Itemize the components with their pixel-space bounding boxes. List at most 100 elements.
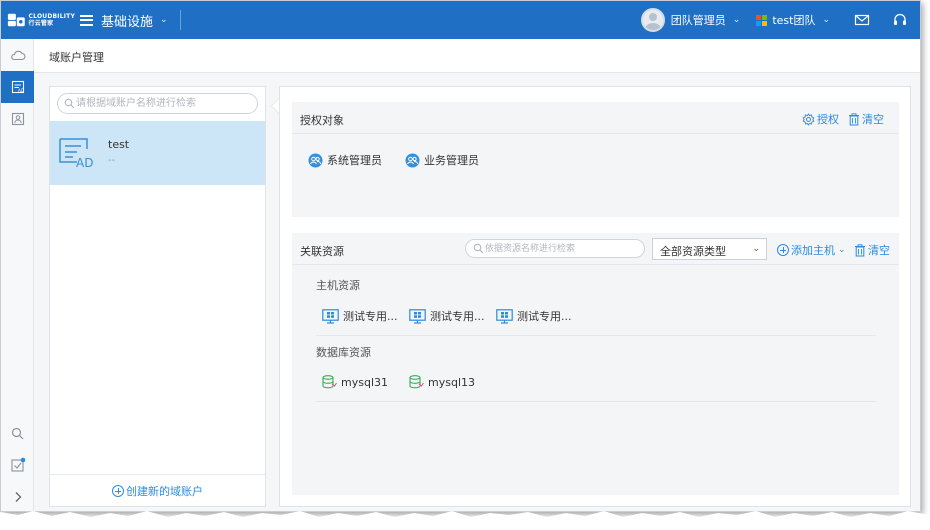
windows-host-icon (496, 308, 513, 324)
avatar (640, 8, 665, 32)
trash-icon (855, 243, 865, 256)
rail-item-cloud[interactable] (1, 39, 34, 71)
torn-edge-decoration (0, 511, 930, 530)
host-name: 测试专用... (517, 310, 572, 323)
user-menu[interactable]: 团队管理员 ⌄ (640, 8, 741, 32)
account-detail-panel: 授权对象 授权 清空 系统管理员 业务管理员 关联资源 依据资源名称进行检索 全… (279, 86, 911, 507)
account-list-footer: 创建新的域账户 (50, 474, 265, 506)
host-name: 测试专用... (343, 310, 398, 323)
clear-auth-button[interactable]: 清空 (848, 111, 884, 127)
rail-bottom-group (1, 417, 34, 511)
app-window: CLOUDBILITY 行云管家 基础设施 ⌄ 团队管理员 ⌄ test团队 ⌄ (0, 0, 921, 512)
gear-icon (802, 112, 815, 126)
auth-card-title: 授权对象 (300, 114, 344, 127)
authorize-button[interactable]: 授权 (802, 111, 839, 127)
chevron-down-icon[interactable]: ⌄ (160, 15, 168, 25)
chevron-down-icon: ⌄ (752, 244, 760, 254)
database-name: mysql13 (428, 375, 475, 389)
clear-auth-label: 清空 (862, 113, 884, 126)
brand-logo[interactable]: CLOUDBILITY 行云管家 (7, 11, 75, 29)
account-search-box[interactable] (57, 93, 258, 114)
svg-text:AD: AD (18, 88, 24, 93)
resource-search-input[interactable] (485, 242, 641, 255)
user-card-icon (11, 112, 24, 126)
database-icon (322, 375, 337, 389)
user-name: 团队管理员 (670, 14, 726, 27)
database-item[interactable]: mysql31 (322, 375, 388, 389)
cloudbility-logo-icon (7, 13, 25, 27)
create-domain-account-button[interactable]: 创建新的域账户 (112, 483, 203, 499)
resource-search-box[interactable] (465, 239, 645, 258)
database-item[interactable]: mysql13 (409, 375, 475, 389)
auth-subjects-card: 授权对象 授权 清空 系统管理员 业务管理员 (292, 102, 899, 217)
chevron-down-icon: ⌄ (838, 245, 846, 255)
resource-card-header: 关联资源 全部资源类型 ⌄ 添加主机 ⌄ (292, 233, 899, 265)
cloud-icon (10, 50, 25, 61)
linked-resources-card: 关联资源 全部资源类型 ⌄ 添加主机 ⌄ (292, 233, 899, 495)
left-rail: AD (1, 39, 34, 511)
team-menu[interactable]: test团队 ⌄ (756, 12, 830, 28)
top-bar: CLOUDBILITY 行云管家 基础设施 ⌄ 团队管理员 ⌄ test团队 ⌄ (1, 1, 920, 39)
host-section-label: 主机资源 (316, 279, 360, 292)
page-title: 域账户管理 (49, 51, 104, 64)
user-group-icon (405, 153, 420, 167)
trash-icon (849, 112, 859, 125)
windows-host-icon (322, 308, 339, 324)
ad-badge: AD (76, 156, 93, 168)
breadcrumb: 域账户管理 (34, 39, 920, 73)
windows-host-icon (409, 308, 426, 324)
chevron-down-icon: ⌄ (822, 15, 830, 25)
host-name: 测试专用... (430, 310, 485, 323)
account-list-panel: AD test -- 创建新的域账户 (49, 86, 266, 507)
rail-item-tasks[interactable] (1, 449, 34, 481)
mail-icon[interactable] (854, 12, 870, 28)
auth-subject-name: 业务管理员 (424, 154, 479, 167)
auth-subject-name: 系统管理员 (327, 154, 382, 167)
task-check-icon (10, 457, 25, 472)
brand-logo-text: CLOUDBILITY 行云管家 (28, 13, 75, 27)
auth-subject-item[interactable]: 业务管理员 (405, 152, 479, 168)
clear-resources-button[interactable]: 清空 (854, 242, 890, 258)
authorize-label: 授权 (817, 113, 839, 126)
resource-type-select[interactable]: 全部资源类型 ⌄ (652, 238, 767, 260)
rail-item-search[interactable] (1, 417, 34, 449)
create-domain-account-label: 创建新的域账户 (126, 484, 203, 498)
list-item[interactable]: AD test -- (50, 121, 265, 185)
auth-card-header: 授权对象 授权 清空 (292, 102, 899, 134)
chevron-right-icon (15, 492, 21, 502)
account-search-input[interactable] (76, 96, 254, 111)
search-icon (11, 427, 24, 439)
plus-circle-icon (777, 244, 789, 256)
rail-item-users[interactable] (1, 103, 34, 135)
resource-type-selected: 全部资源类型 (660, 245, 726, 258)
host-resource-row: 测试专用... 测试专用... 测试专用... (316, 308, 876, 336)
team-name: test团队 (772, 14, 816, 27)
account-name: test (108, 138, 130, 151)
host-item[interactable]: 测试专用... (409, 308, 485, 324)
search-icon (473, 243, 484, 254)
menu-icon[interactable] (80, 14, 93, 26)
headset-icon[interactable] (892, 12, 908, 28)
team-logo-icon (756, 14, 768, 26)
host-item[interactable]: 测试专用... (496, 308, 572, 324)
db-resource-row: mysql31 mysql13 (316, 375, 876, 402)
add-host-label: 添加主机 (791, 244, 835, 257)
account-subtitle: -- (108, 155, 116, 166)
ad-account-icon: AD (11, 80, 24, 94)
database-icon (409, 375, 424, 389)
db-section-label: 数据库资源 (316, 346, 371, 359)
clear-resources-label: 清空 (868, 244, 890, 257)
header-divider (179, 10, 181, 30)
host-item[interactable]: 测试专用... (322, 308, 398, 324)
add-host-button[interactable]: 添加主机 ⌄ (777, 242, 846, 258)
resource-card-title: 关联资源 (300, 245, 344, 258)
search-icon (64, 98, 75, 109)
chevron-down-icon: ⌄ (732, 15, 741, 25)
app-title[interactable]: 基础设施 (101, 11, 153, 30)
ad-account-icon: AD (59, 138, 93, 168)
user-group-icon (308, 153, 323, 167)
auth-subject-item[interactable]: 系统管理员 (308, 152, 382, 168)
rail-item-ad-accounts[interactable]: AD (1, 71, 34, 103)
plus-circle-icon (112, 484, 124, 497)
database-name: mysql31 (341, 375, 388, 389)
